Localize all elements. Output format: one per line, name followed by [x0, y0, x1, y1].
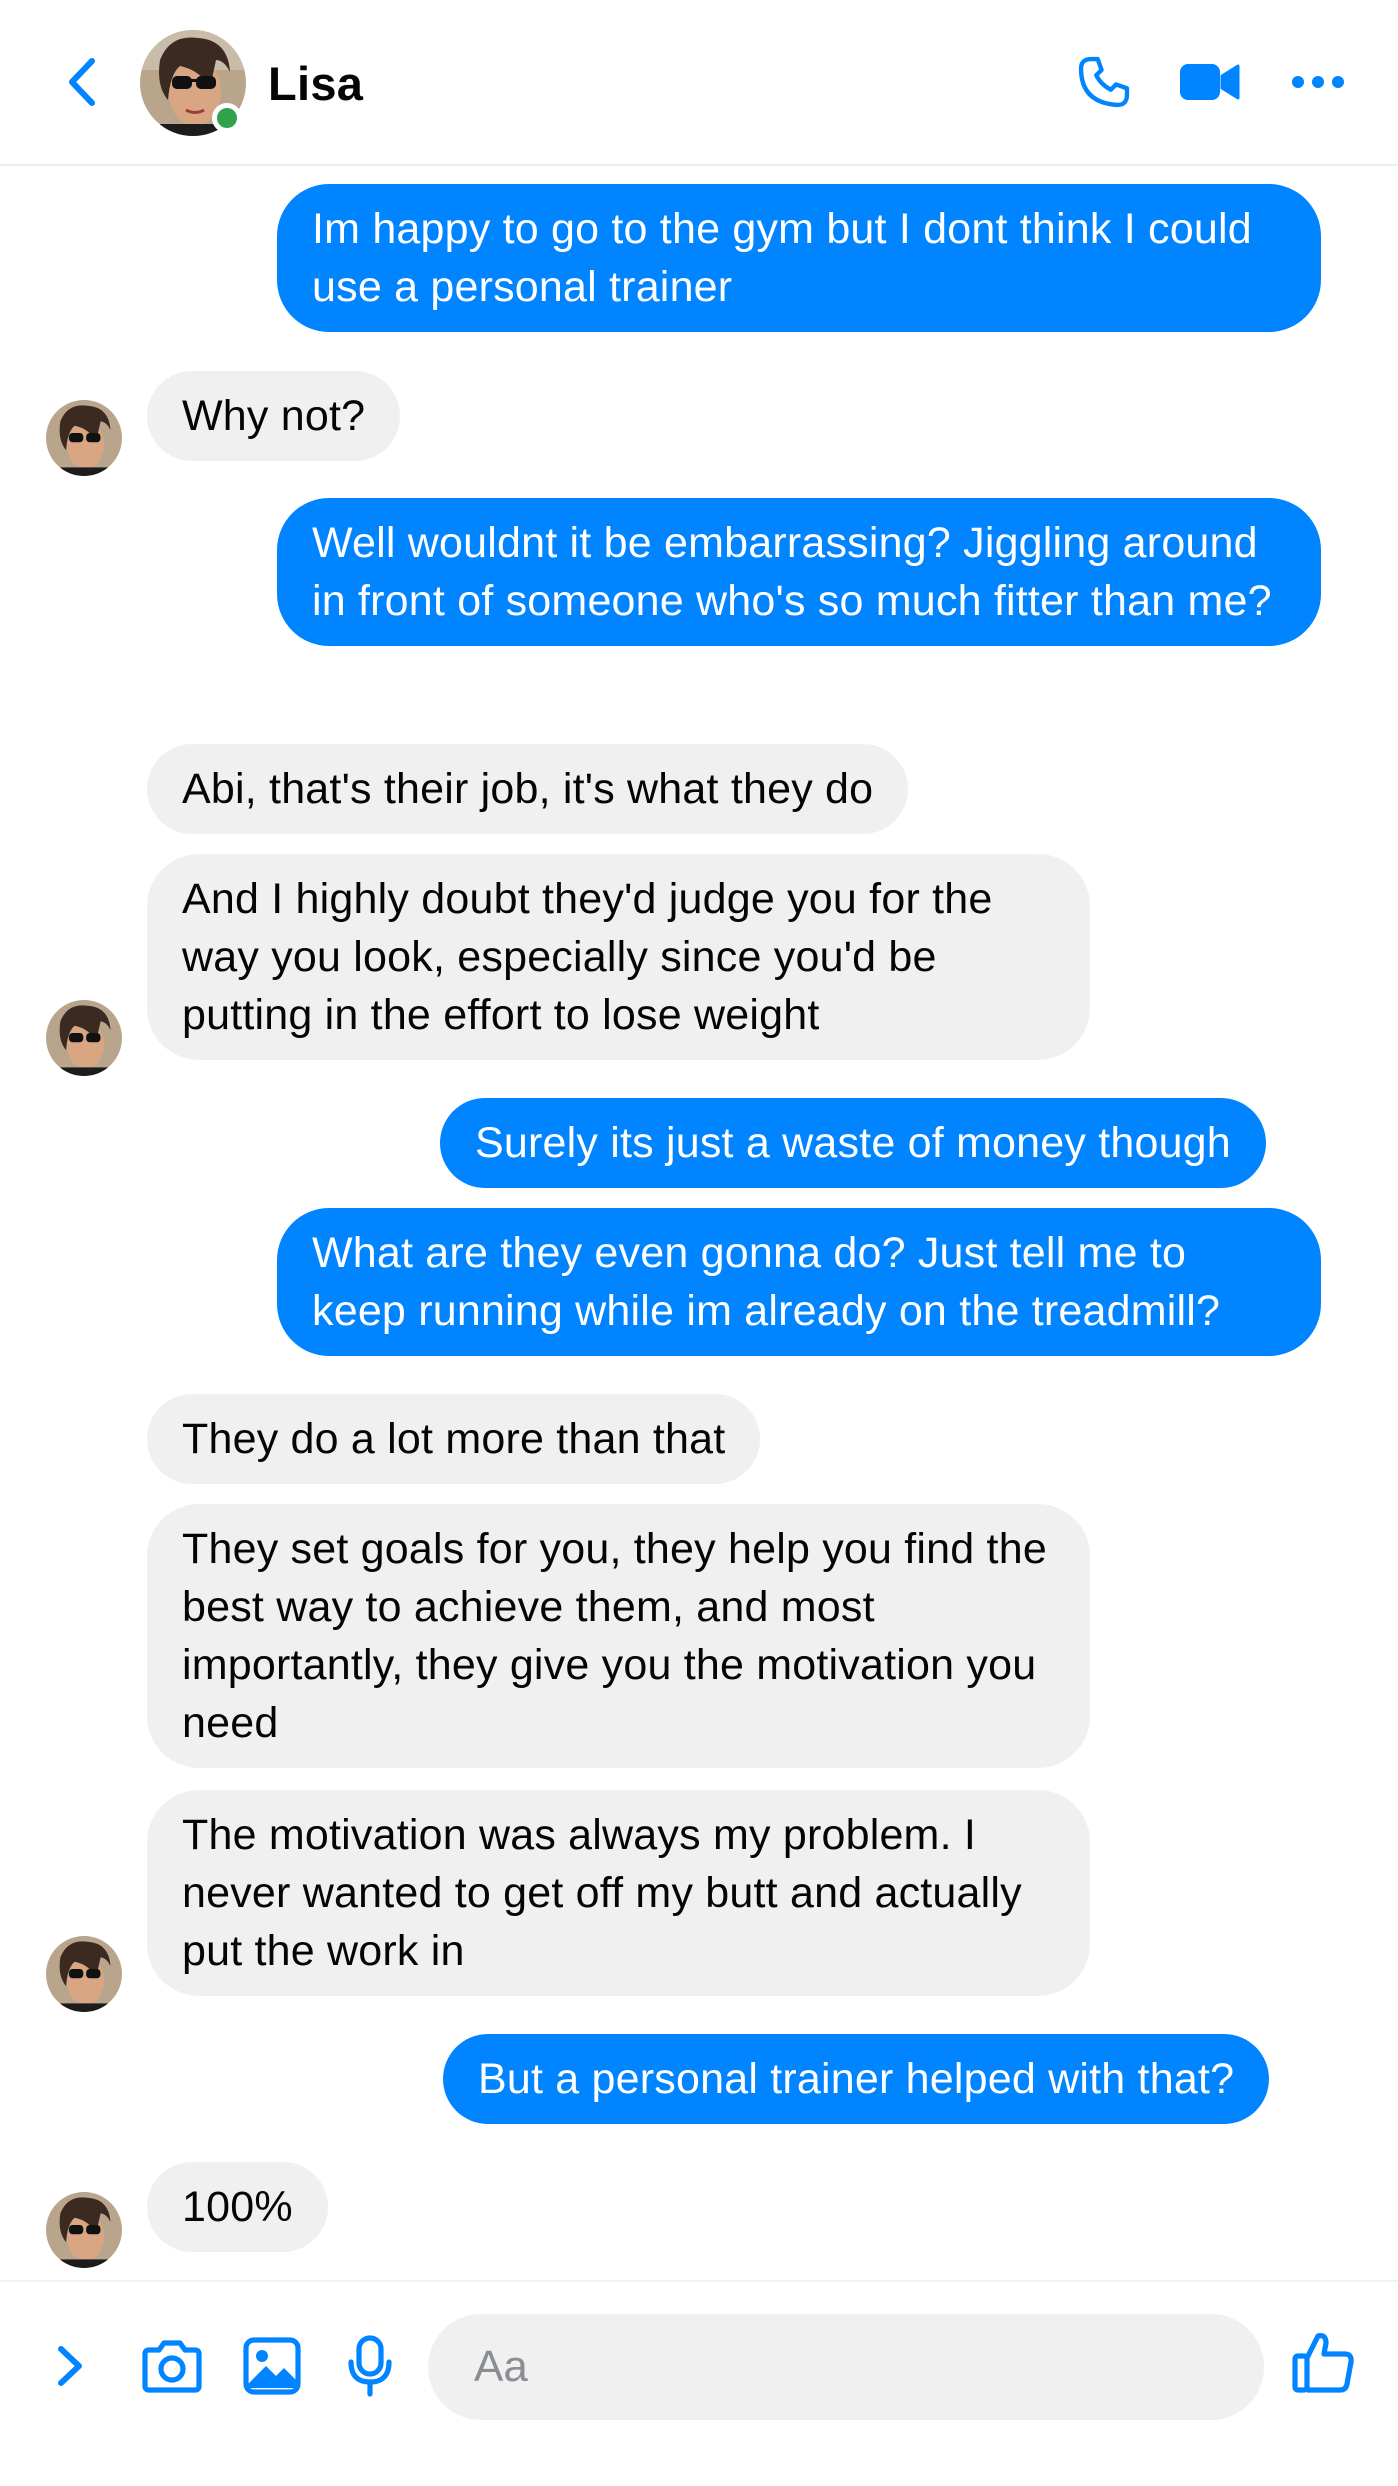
camera-icon — [142, 2340, 202, 2393]
back-button[interactable] — [52, 52, 112, 112]
sender-avatar — [46, 400, 122, 476]
chat-header: Lisa — [0, 0, 1398, 166]
message-incoming[interactable]: 100% — [147, 2162, 328, 2252]
message-incoming[interactable]: They set goals for you, they help you fi… — [147, 1504, 1090, 1768]
sender-avatar — [46, 1000, 122, 1076]
like-button[interactable] — [1288, 2326, 1360, 2398]
gallery-button[interactable] — [236, 2330, 308, 2402]
chevron-left-icon — [69, 58, 95, 106]
message-input[interactable] — [428, 2314, 1264, 2420]
sender-avatar — [46, 2192, 122, 2268]
video-camera-icon — [1180, 64, 1240, 100]
contact-name[interactable]: Lisa — [268, 56, 363, 111]
camera-button[interactable] — [136, 2330, 208, 2402]
message-incoming[interactable]: Abi, that's their job, it's what they do — [147, 744, 909, 834]
more-options-button[interactable] — [1284, 48, 1352, 116]
phone-icon — [1078, 56, 1130, 108]
message-outgoing[interactable]: But a personal trainer helped with that? — [443, 2034, 1270, 2124]
more-dots-icon — [1292, 76, 1344, 88]
image-icon — [243, 2337, 301, 2395]
video-call-button[interactable] — [1176, 48, 1244, 116]
message-outgoing[interactable]: What are they even gonna do? Just tell m… — [277, 1208, 1321, 1356]
online-status-dot — [212, 103, 242, 133]
audio-call-button[interactable] — [1070, 48, 1138, 116]
sender-avatar — [46, 1936, 122, 2012]
chevron-right-icon — [58, 2346, 82, 2386]
message-outgoing[interactable]: Well wouldnt it be embarrassing? Jigglin… — [277, 498, 1321, 646]
message-outgoing[interactable]: Surely its just a waste of money though — [440, 1098, 1266, 1188]
message-incoming[interactable]: They do a lot more than that — [147, 1394, 761, 1484]
message-outgoing[interactable]: Im happy to go to the gym but I dont thi… — [277, 184, 1321, 332]
expand-actions-button[interactable] — [34, 2330, 106, 2402]
message-incoming[interactable]: Why not? — [147, 371, 401, 461]
message-incoming[interactable]: The motivation was always my problem. I … — [147, 1790, 1090, 1996]
message-incoming[interactable]: And I highly doubt they'd judge you for … — [147, 854, 1090, 1060]
voice-message-button[interactable] — [334, 2330, 406, 2402]
message-composer — [0, 2280, 1398, 2486]
microphone-icon — [348, 2335, 392, 2397]
thumbs-up-icon — [1292, 2333, 1354, 2393]
